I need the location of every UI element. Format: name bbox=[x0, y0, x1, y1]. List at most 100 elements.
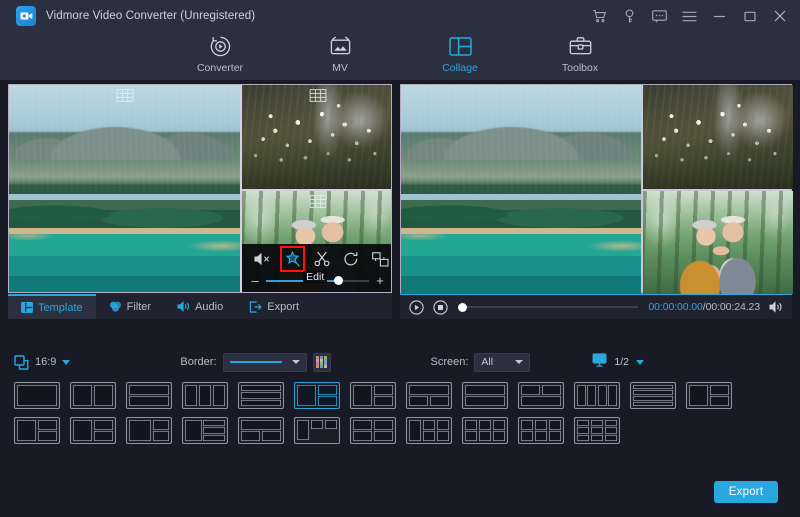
template-top-full-bottom-2[interactable] bbox=[406, 382, 452, 409]
minimize-icon[interactable] bbox=[711, 8, 728, 25]
aspect-ratio-chevron-down-icon[interactable] bbox=[62, 360, 70, 365]
key-icon[interactable] bbox=[621, 8, 638, 25]
slider-increase-button[interactable]: + bbox=[375, 273, 385, 288]
template-2row[interactable] bbox=[126, 382, 172, 409]
template-2x2-left[interactable] bbox=[686, 382, 732, 409]
rotate-icon[interactable] bbox=[343, 250, 359, 268]
template-2col[interactable] bbox=[70, 382, 116, 409]
template-top-row-2col[interactable] bbox=[238, 417, 284, 444]
screen-dropdown[interactable]: All bbox=[474, 353, 530, 372]
playback-progress-slider[interactable] bbox=[458, 301, 638, 313]
border-chevron-down-icon bbox=[292, 360, 300, 364]
template-mixed-a[interactable] bbox=[14, 417, 60, 444]
title-bar: Vidmore Video Converter (Unregistered) bbox=[0, 0, 800, 32]
collage-editor-panel: – Edit + bbox=[8, 84, 392, 342]
aspect-ratio-value: 16:9 bbox=[35, 356, 56, 368]
tab-filter[interactable]: Filter bbox=[96, 294, 164, 319]
template-mixed-c[interactable] bbox=[126, 417, 172, 444]
player-controls: 00:00:00.00/00:00:24.23 bbox=[400, 293, 792, 319]
template-left-full-right-split[interactable] bbox=[350, 382, 396, 409]
color-palette-icon[interactable] bbox=[313, 353, 331, 372]
export-button[interactable]: Export bbox=[714, 481, 778, 503]
progress-track bbox=[458, 306, 638, 308]
template-2row-alt[interactable] bbox=[462, 382, 508, 409]
pager-value: 1/2 bbox=[614, 356, 629, 368]
cart-icon[interactable] bbox=[591, 8, 608, 25]
magic-wand-icon[interactable] bbox=[284, 250, 301, 268]
border-label: Border: bbox=[180, 356, 216, 368]
template-1x1[interactable] bbox=[14, 382, 60, 409]
maximize-icon[interactable] bbox=[741, 8, 758, 25]
template-grid bbox=[0, 378, 800, 467]
toolbox-icon bbox=[569, 33, 592, 59]
border-style-dropdown[interactable] bbox=[223, 353, 307, 372]
template-4col[interactable] bbox=[574, 382, 620, 409]
scissors-icon[interactable] bbox=[314, 250, 330, 268]
template-options-bar: 16:9 Border: Screen: All bbox=[0, 346, 800, 378]
template-4row[interactable] bbox=[630, 382, 676, 409]
feedback-icon[interactable] bbox=[651, 8, 668, 25]
stop-button[interactable] bbox=[432, 299, 448, 315]
close-icon[interactable] bbox=[771, 8, 788, 25]
converter-icon bbox=[209, 33, 232, 59]
template-top-2-bottom-full[interactable] bbox=[518, 382, 564, 409]
aspect-ratio-icon bbox=[14, 355, 29, 370]
nav-item-collage[interactable]: Collage bbox=[420, 32, 500, 74]
border-control: Border: bbox=[180, 353, 330, 372]
nav-item-toolbox[interactable]: Toolbox bbox=[540, 32, 620, 74]
edit-toolbar-icons bbox=[250, 249, 385, 273]
slider-handle[interactable] bbox=[334, 276, 343, 285]
nav-label-collage: Collage bbox=[442, 62, 478, 74]
preview-panel: 00:00:00.00/00:00:24.23 bbox=[400, 84, 792, 342]
slider-decrease-button[interactable]: – bbox=[250, 273, 260, 288]
template-left-split-right-full[interactable] bbox=[294, 382, 340, 409]
collage-canvas[interactable]: – Edit + bbox=[8, 84, 392, 293]
play-button[interactable] bbox=[408, 299, 424, 315]
nav-item-converter[interactable]: Converter bbox=[180, 32, 260, 74]
audio-icon bbox=[177, 301, 190, 312]
editor-tabs: Template Filter Audio Export bbox=[8, 293, 392, 319]
template-3col[interactable] bbox=[182, 382, 228, 409]
palette-grid bbox=[316, 356, 327, 368]
tab-template[interactable]: Template bbox=[8, 294, 96, 319]
export-icon bbox=[249, 301, 262, 313]
grid-overlay-icon[interactable] bbox=[309, 89, 326, 102]
collage-cell-mountain[interactable] bbox=[9, 85, 240, 293]
grid-overlay-icon[interactable] bbox=[309, 195, 326, 208]
menu-icon[interactable] bbox=[681, 8, 698, 25]
template-pager[interactable]: 1/2 bbox=[592, 353, 644, 372]
volume-icon[interactable] bbox=[768, 299, 784, 315]
nav-item-mv[interactable]: MV bbox=[300, 32, 380, 74]
collage-cell-daisies[interactable] bbox=[242, 85, 392, 189]
tab-audio[interactable]: Audio bbox=[164, 294, 236, 319]
template-3row[interactable] bbox=[238, 382, 284, 409]
progress-handle[interactable] bbox=[458, 303, 467, 312]
template-2x2[interactable] bbox=[350, 417, 396, 444]
filter-icon bbox=[109, 301, 122, 312]
edit-intensity-slider[interactable]: – Edit + bbox=[250, 273, 385, 288]
template-3x2[interactable] bbox=[462, 417, 508, 444]
preview-cell-mountain bbox=[401, 85, 641, 294]
template-3x3[interactable] bbox=[574, 417, 620, 444]
slider-track[interactable]: Edit bbox=[266, 275, 369, 287]
tab-export[interactable]: Export bbox=[236, 294, 312, 319]
crop-icon[interactable] bbox=[372, 250, 389, 268]
grid-overlay-icon[interactable] bbox=[116, 89, 133, 102]
template-left-full-rows[interactable] bbox=[182, 417, 228, 444]
collage-cell-couple[interactable]: – Edit + bbox=[242, 191, 392, 294]
screen-chevron-down-icon bbox=[515, 360, 523, 364]
current-time: 00:00:00.00 bbox=[648, 301, 702, 313]
mute-icon[interactable] bbox=[254, 250, 271, 268]
pager-chevron-down-icon[interactable] bbox=[636, 360, 644, 365]
slider-label: Edit bbox=[303, 271, 327, 283]
workspace: – Edit + bbox=[0, 80, 800, 342]
template-2x3[interactable] bbox=[406, 417, 452, 444]
template-mixed-d[interactable] bbox=[294, 417, 340, 444]
nav-label-toolbox: Toolbox bbox=[562, 62, 598, 74]
tab-label-export: Export bbox=[267, 301, 299, 313]
template-mixed-b[interactable] bbox=[70, 417, 116, 444]
template-3x2-alt[interactable] bbox=[518, 417, 564, 444]
aspect-ratio-control[interactable]: 16:9 bbox=[14, 355, 70, 370]
time-display: 00:00:00.00/00:00:24.23 bbox=[648, 301, 760, 313]
preview-cell-couple bbox=[643, 191, 793, 295]
